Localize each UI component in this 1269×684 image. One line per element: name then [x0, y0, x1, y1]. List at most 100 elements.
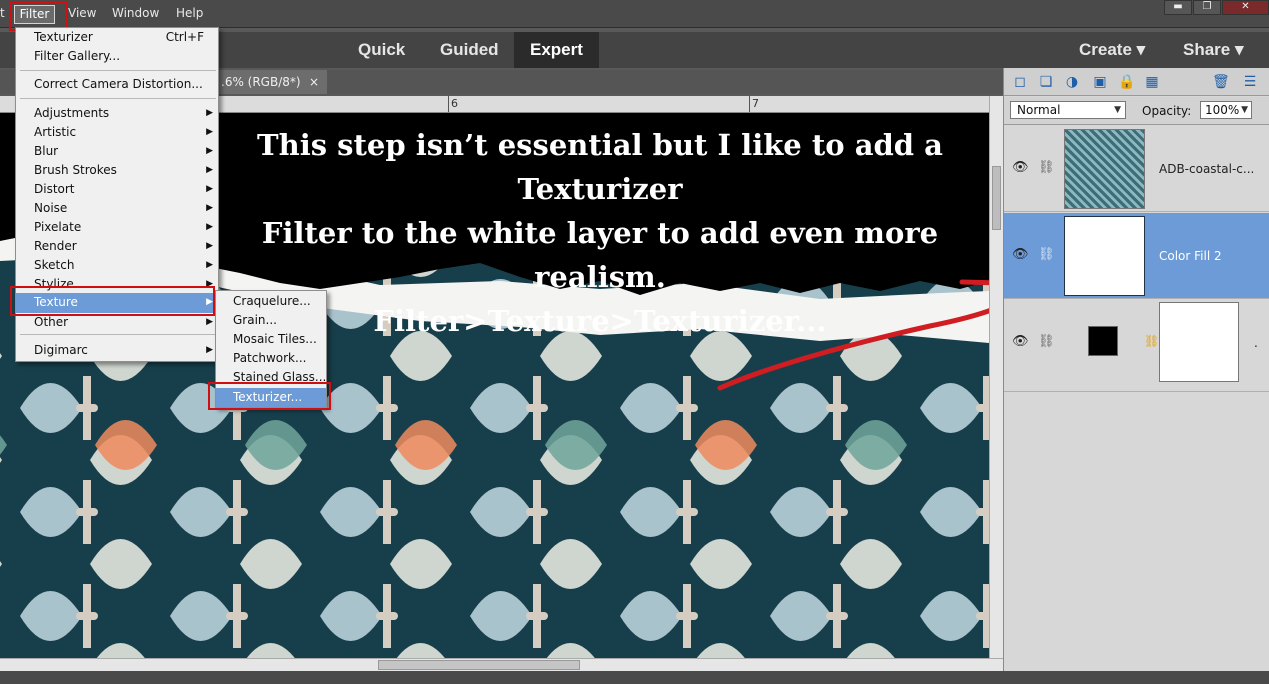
- link-icon[interactable]: ⛓: [1038, 334, 1055, 349]
- menu-item-label: Digimarc: [34, 343, 88, 357]
- create-button[interactable]: Create ▾: [1079, 32, 1145, 68]
- menu-item-render[interactable]: Render ▶: [16, 237, 218, 256]
- menu-item-label: Noise: [34, 201, 68, 215]
- blend-row: Normal ▼ Opacity: 100% ▼: [1004, 97, 1269, 125]
- menu-item-label: Render: [34, 239, 77, 253]
- document-tab-label: .6% (RGB/8*): [221, 75, 301, 89]
- menu-item-mosaic-tiles[interactable]: Mosaic Tiles...: [216, 330, 326, 349]
- annotation-line-1: This step isn’t essential but I like to …: [257, 128, 943, 206]
- submenu-arrow-icon: ▶: [206, 127, 213, 137]
- submenu-arrow-icon: ▶: [206, 260, 213, 270]
- menu-item-label: Distort: [34, 182, 75, 196]
- menu-item-artistic[interactable]: Artistic ▶: [16, 123, 218, 142]
- close-tab-icon[interactable]: ×: [309, 70, 319, 94]
- menu-item-sketch[interactable]: Sketch ▶: [16, 256, 218, 275]
- share-button[interactable]: Share ▾: [1183, 32, 1244, 68]
- menu-item-noise[interactable]: Noise ▶: [16, 199, 218, 218]
- menu-item-label: Blur: [34, 144, 59, 158]
- layer-row-color-fill[interactable]: 👁 ⛓ Color Fill 2: [1004, 213, 1269, 299]
- horizontal-scrollbar[interactable]: [0, 658, 1003, 671]
- menu-view[interactable]: View: [68, 6, 96, 20]
- blend-mode-select[interactable]: Normal ▼: [1010, 101, 1126, 119]
- new-group-icon[interactable]: ❏: [1038, 74, 1054, 90]
- link-icon[interactable]: ⛓: [1038, 160, 1055, 175]
- new-layer-icon[interactable]: ◻: [1012, 74, 1028, 90]
- trash-icon[interactable]: 🗑: [1212, 74, 1230, 90]
- lock-all-icon[interactable]: 🔒: [1118, 74, 1135, 90]
- close-button[interactable]: ✕: [1222, 0, 1269, 15]
- menu-item-label: Other: [34, 315, 69, 329]
- layer-mask-icon[interactable]: ▣: [1092, 74, 1108, 90]
- menu-item-pixelate[interactable]: Pixelate ▶: [16, 218, 218, 237]
- ruler-mark-6: 6: [451, 97, 458, 110]
- layer-row-adjustment[interactable]: 👁 ⛓ ⛓ .: [1004, 300, 1269, 392]
- menu-item-filter-gallery[interactable]: Filter Gallery...: [16, 47, 218, 66]
- submenu-arrow-icon: ▶: [206, 165, 213, 175]
- mask-link-icon: ⛓: [1144, 334, 1160, 348]
- ruler-tick: [448, 96, 449, 112]
- submenu-arrow-icon: ▶: [206, 184, 213, 194]
- opacity-value: 100%: [1205, 103, 1240, 117]
- layer-name: .: [1254, 336, 1258, 350]
- chevron-down-icon: ▼: [1114, 105, 1121, 115]
- menu-item-correct-camera[interactable]: Correct Camera Distortion...: [16, 75, 218, 94]
- layer-thumbnail: [1064, 129, 1145, 209]
- layers-toolbar: ◻ ❏ ◑ ▣ 🔒 ▦ 🗑 ☰: [1004, 68, 1269, 96]
- menu-item-distort[interactable]: Distort ▶: [16, 180, 218, 199]
- texture-highlight-box: [10, 286, 215, 316]
- layer-row-pattern[interactable]: 👁 ⛓ ADB-coastal-c...: [1004, 126, 1269, 212]
- blend-mode-value: Normal: [1017, 103, 1061, 117]
- document-tab[interactable]: .6% (RGB/8*) ×: [215, 70, 327, 94]
- menu-bar: t Filter View Window Help ▬ ❐ ✕: [0, 0, 1269, 31]
- layer-thumbnail: [1064, 216, 1145, 296]
- opacity-input[interactable]: 100% ▼: [1200, 101, 1252, 119]
- menu-item-adjustments[interactable]: Adjustments ▶: [16, 104, 218, 123]
- menu-separator: [20, 334, 216, 335]
- chevron-down-icon: ▼: [1241, 105, 1248, 115]
- menu-item-texturizer[interactable]: Texturizer Ctrl+F: [16, 28, 218, 47]
- tab-quick[interactable]: Quick: [358, 32, 405, 68]
- lock-transparent-icon[interactable]: ▦: [1144, 74, 1160, 90]
- menu-item-label: Artistic: [34, 125, 77, 139]
- submenu-arrow-icon: ▶: [206, 146, 213, 156]
- restore-button[interactable]: ❐: [1193, 0, 1221, 15]
- horizontal-scroll-thumb[interactable]: [378, 660, 580, 670]
- menu-item-label: Texturizer: [34, 30, 93, 44]
- vertical-scrollbar[interactable]: [989, 96, 1003, 658]
- ruler-tick: [749, 96, 750, 112]
- menu-edit-partial[interactable]: t: [0, 6, 5, 20]
- eye-icon[interactable]: 👁: [1012, 334, 1029, 349]
- submenu-arrow-icon: ▶: [206, 345, 213, 355]
- menu-window[interactable]: Window: [112, 6, 159, 20]
- layer-mask-thumbnail: [1159, 302, 1239, 382]
- eye-icon[interactable]: 👁: [1012, 160, 1029, 175]
- submenu-arrow-icon: ▶: [206, 108, 213, 118]
- menu-item-label: Adjustments: [34, 106, 110, 120]
- menu-item-patchwork[interactable]: Patchwork...: [216, 349, 326, 368]
- submenu-arrow-icon: ▶: [206, 241, 213, 251]
- link-icon[interactable]: ⛓: [1038, 247, 1055, 262]
- menu-item-craquelure[interactable]: Craquelure...: [216, 292, 326, 311]
- menu-item-label: Brush Strokes: [34, 163, 117, 177]
- adjustment-layer-icon[interactable]: ◑: [1064, 74, 1080, 90]
- shortcut-label: Ctrl+F: [165, 30, 204, 44]
- layer-name: ADB-coastal-c...: [1159, 162, 1255, 176]
- submenu-arrow-icon: ▶: [206, 203, 213, 213]
- layer-name: Color Fill 2: [1159, 249, 1222, 263]
- submenu-arrow-icon: ▶: [206, 222, 213, 232]
- tab-guided[interactable]: Guided: [440, 32, 499, 68]
- menu-help[interactable]: Help: [176, 6, 203, 20]
- layers-panel: ◻ ❏ ◑ ▣ 🔒 ▦ 🗑 ☰ Normal ▼ Opacity: 100% ▼…: [1003, 68, 1269, 671]
- menu-item-grain[interactable]: Grain...: [216, 311, 326, 330]
- vertical-scroll-thumb[interactable]: [992, 166, 1001, 230]
- menu-item-blur[interactable]: Blur ▶: [16, 142, 218, 161]
- opacity-label: Opacity:: [1142, 104, 1192, 118]
- minimize-button[interactable]: ▬: [1164, 0, 1192, 15]
- menu-item-label: Pixelate: [34, 220, 82, 234]
- menu-item-digimarc[interactable]: Digimarc ▶: [16, 341, 218, 360]
- panel-menu-icon[interactable]: ☰: [1242, 74, 1258, 90]
- adjustment-icon: [1088, 326, 1118, 356]
- menu-item-brush-strokes[interactable]: Brush Strokes ▶: [16, 161, 218, 180]
- eye-icon[interactable]: 👁: [1012, 247, 1029, 262]
- tab-expert[interactable]: Expert: [514, 32, 599, 68]
